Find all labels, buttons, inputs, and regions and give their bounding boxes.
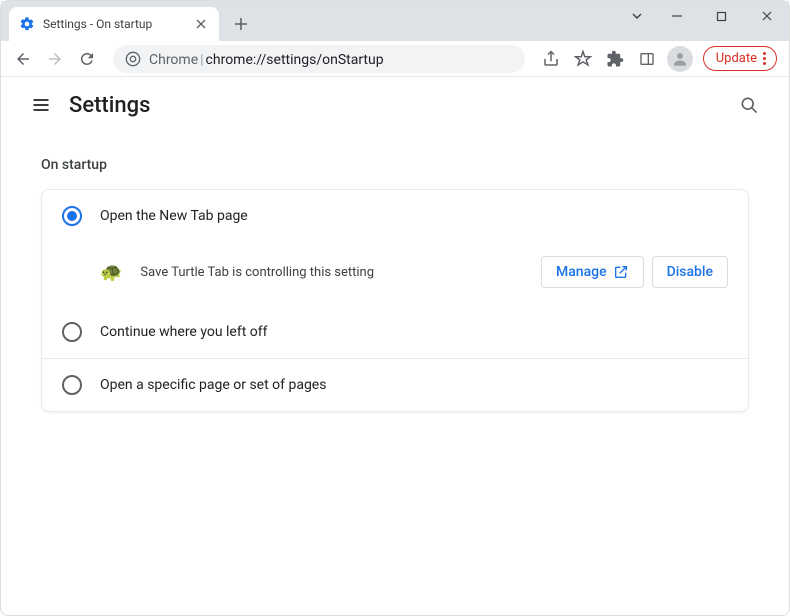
section-title: On startup	[41, 157, 749, 173]
close-window-button[interactable]	[744, 1, 789, 31]
manage-button[interactable]: Manage	[541, 256, 644, 288]
bookmark-icon[interactable]	[569, 45, 597, 73]
reload-button[interactable]	[73, 45, 101, 73]
extensions-icon[interactable]	[601, 45, 629, 73]
option-label: Continue where you left off	[100, 324, 268, 340]
minimize-button[interactable]	[654, 1, 699, 31]
disable-button[interactable]: Disable	[652, 256, 728, 288]
chrome-icon	[125, 51, 141, 67]
close-icon[interactable]	[193, 16, 209, 32]
tab-title: Settings - On startup	[43, 17, 185, 31]
option-new-tab[interactable]: Open the New Tab page	[42, 190, 748, 242]
option-continue[interactable]: Continue where you left off	[42, 306, 748, 358]
settings-content: On startup Open the New Tab page 🐢 Save …	[1, 133, 789, 436]
radio-selected[interactable]	[62, 206, 82, 226]
disable-label: Disable	[667, 264, 713, 280]
extension-notice-row: 🐢 Save Turtle Tab is controlling this se…	[42, 242, 748, 306]
startup-options-card: Open the New Tab page 🐢 Save Turtle Tab …	[41, 189, 749, 412]
window-controls	[620, 1, 789, 41]
page-title: Settings	[69, 93, 150, 118]
profile-avatar[interactable]	[667, 46, 693, 72]
search-button[interactable]	[729, 85, 769, 125]
chevron-down-icon[interactable]	[620, 1, 654, 31]
update-button[interactable]: Update	[703, 46, 777, 71]
open-external-icon	[613, 264, 629, 280]
update-label: Update	[716, 51, 757, 66]
maximize-button[interactable]	[699, 1, 744, 31]
gear-icon	[19, 16, 35, 32]
url-prefix: Chrome|chrome://settings/onStartup	[149, 49, 384, 68]
toolbar: Chrome|chrome://settings/onStartup Updat…	[1, 41, 789, 77]
side-panel-icon[interactable]	[633, 45, 661, 73]
menu-dots-icon	[763, 52, 766, 65]
back-button[interactable]	[9, 45, 37, 73]
menu-button[interactable]	[21, 85, 61, 125]
browser-tab[interactable]: Settings - On startup	[9, 7, 219, 41]
manage-label: Manage	[556, 264, 607, 280]
settings-header: Settings	[1, 77, 789, 133]
share-icon[interactable]	[537, 45, 565, 73]
radio-unselected[interactable]	[62, 322, 82, 342]
address-bar[interactable]: Chrome|chrome://settings/onStartup	[113, 45, 525, 73]
option-label: Open a specific page or set of pages	[100, 377, 326, 393]
turtle-icon: 🐢	[100, 262, 122, 283]
new-tab-button[interactable]	[227, 10, 255, 38]
forward-button[interactable]	[41, 45, 69, 73]
option-label: Open the New Tab page	[100, 208, 248, 224]
option-specific-pages[interactable]: Open a specific page or set of pages	[42, 358, 748, 411]
titlebar: Settings - On startup	[1, 1, 789, 41]
radio-unselected[interactable]	[62, 375, 82, 395]
extension-notice-text: Save Turtle Tab is controlling this sett…	[140, 265, 523, 280]
